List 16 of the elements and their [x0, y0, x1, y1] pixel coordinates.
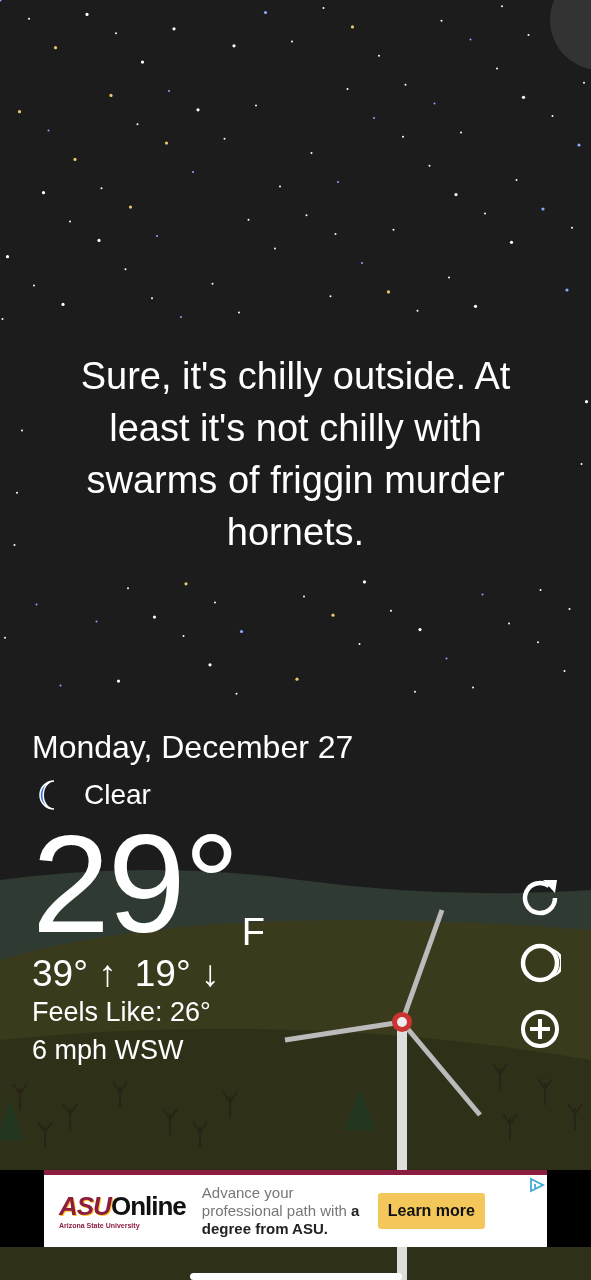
learn-more-button[interactable]: Learn more: [377, 1193, 485, 1229]
temperature-value: 29°: [32, 813, 238, 954]
feels-like-text: Feels Like: 26°: [32, 996, 211, 1030]
high-temperature: 39° ↑: [32, 953, 117, 995]
moon-drawing: [550, 0, 591, 70]
ad-info-icon[interactable]: [529, 1177, 545, 1193]
weather-quote-text: Sure, it's chilly outside. At least it's not chilly with swarms of friggin murder hornets.: [79, 354, 512, 556]
temperature-unit: F: [241, 911, 265, 954]
wind-text: 6 mph WSW: [32, 1034, 184, 1068]
add-icon[interactable]: [519, 1008, 561, 1050]
low-temperature: 19° ↓: [134, 953, 220, 995]
date-text: Monday, December 27: [32, 728, 354, 766]
ad-logo-text: ASU: [59, 1191, 111, 1221]
moon-phase-icon[interactable]: [519, 942, 561, 984]
condition-text: Clear: [84, 777, 151, 812]
ad-message: Advance your professional path with a degree from ASU.: [201, 1184, 361, 1238]
